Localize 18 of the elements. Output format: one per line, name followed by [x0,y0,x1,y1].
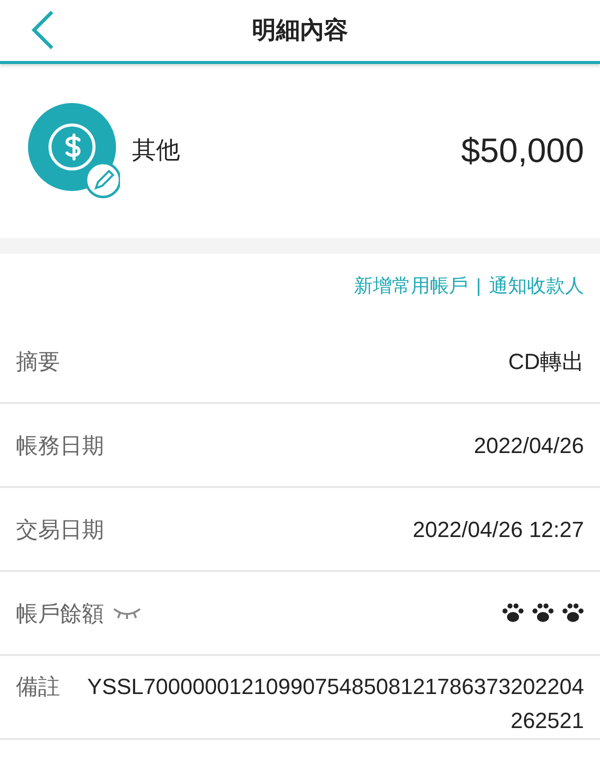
field-value: 2022/04/26 [474,432,584,460]
field-value: CD轉出 [508,348,584,376]
field-label: 備註 [16,673,60,701]
field-value: YSSL700000012109907548508121786373202204262521 [86,673,584,736]
link-separator: | [476,274,481,299]
category-name: 其他 [132,136,181,166]
masked-balance-icon [502,603,584,623]
back-button[interactable] [30,8,56,52]
page-title: 明細內容 [252,16,348,46]
amount: $50,000 [461,130,584,172]
field-label: 帳務日期 [16,432,104,460]
link[interactable]: 新增常用帳戶 [354,272,468,302]
field-label: 帳戶餘額 [16,600,104,628]
field-label: 交易日期 [16,516,104,544]
category-icon[interactable] [28,103,120,199]
field-label: 摘要 [16,348,60,376]
field-value: 2022/04/26 12:27 [412,516,584,544]
link[interactable]: 通知收款人 [489,272,584,302]
